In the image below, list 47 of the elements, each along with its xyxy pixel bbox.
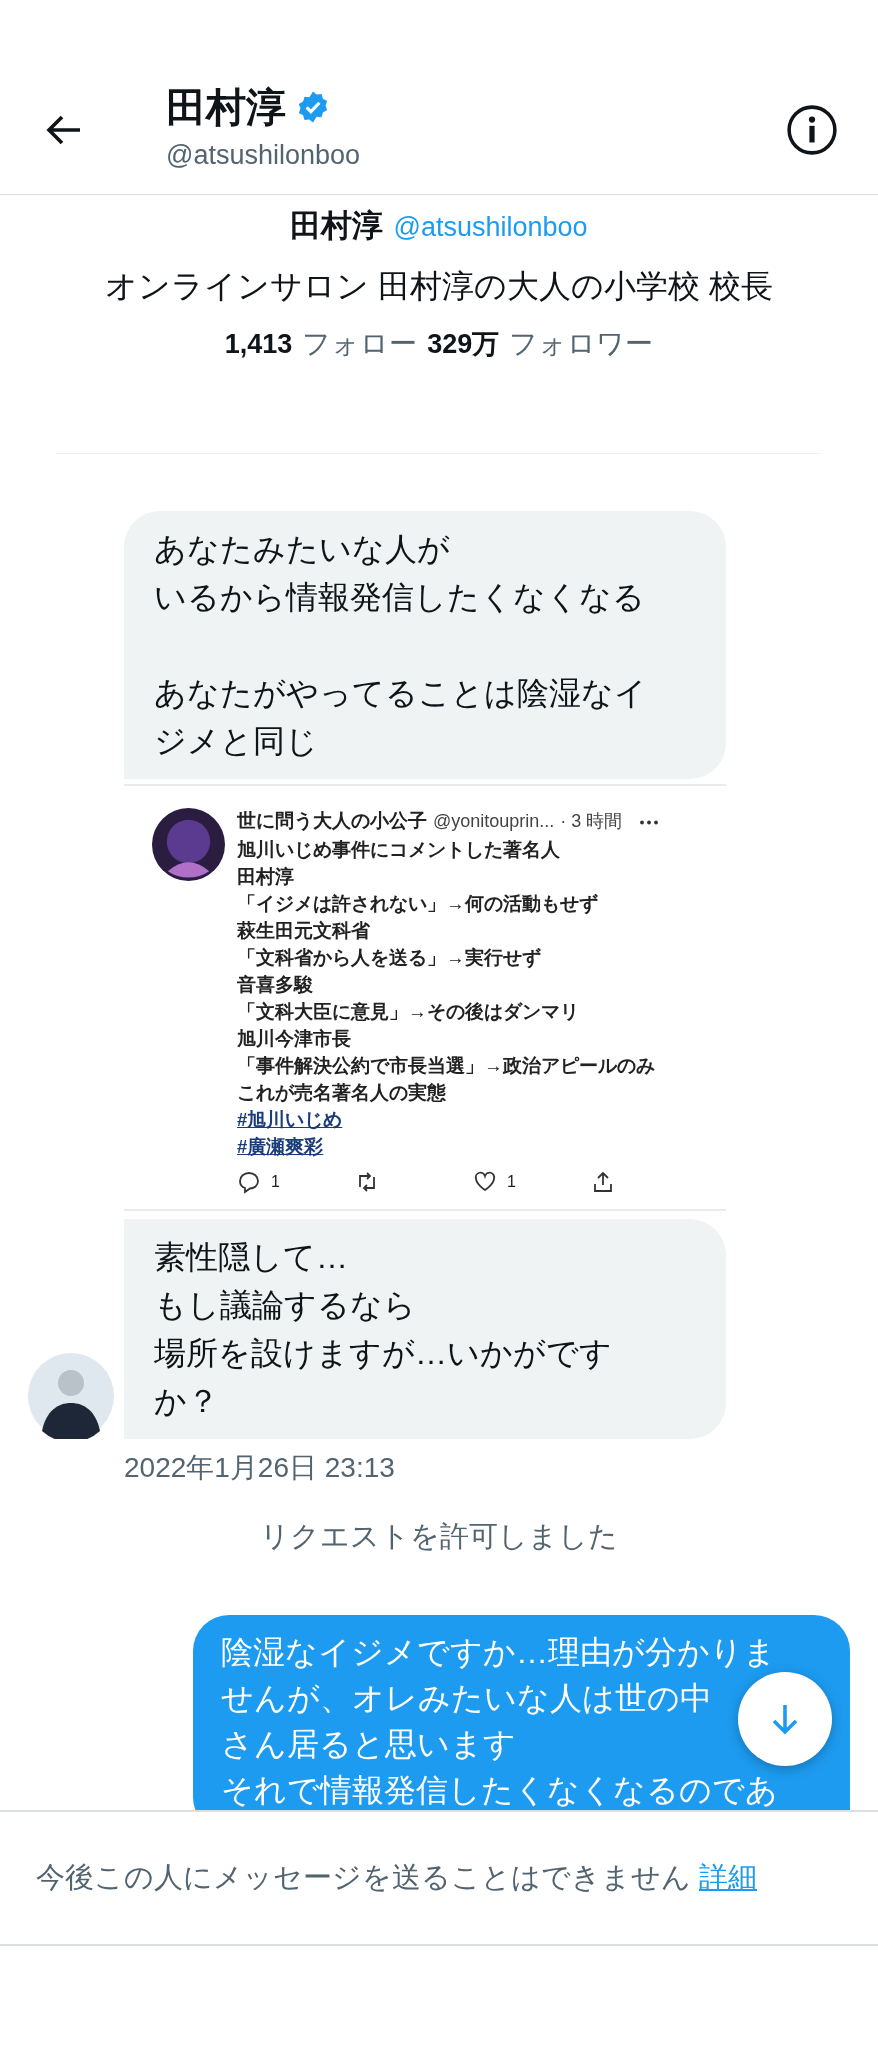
tweet-author-name: 世に問う大人の小公子 [237,809,427,833]
followers-label: フォロワー [509,327,654,361]
tweet-text-line: 「文科大臣に意見」→その後はダンマリ [237,1000,580,1024]
message-text-line: あなたがやってることは陰湿なイ [154,674,647,713]
message-text-line: 陰湿なイジメですか…理由が分かりま [221,1633,776,1672]
message-text-line: せんが、オレみたいな人は世の中 [221,1679,712,1718]
blocked-message-notice: 今後この人にメッセージを送ることはできません [36,1860,691,1895]
tweet-author-handle: @yonitouprin... [433,811,555,832]
shared-tweet-card[interactable]: 世に問う大人の小公子 @yonitouprin... · 3 時間 旭川いじめ事件にコメントした著名人 田村淳 「イジメは許されない」→何の活動もせず 萩生田元文科省 「文科省から人を送る」→実行せず 音喜多駿 「文科大臣に意見」→その後はダンマリ 旭川今津市長 「事件解決公約で市長当選」→政治アピールのみ これが売名著名人の実態 #旭川いじめ #廣瀬爽彩 1 1 [124,784,726,1211]
message-text-line: か？ [154,1382,219,1421]
following-count: 1,413 [224,329,293,360]
tweet-text-line: これが売名著名人の実態 [237,1081,447,1105]
tweet-text-line: 旭川いじめ事件にコメントした著名人 [237,838,561,862]
hashtag-link[interactable]: #廣瀬爽彩 [237,1136,324,1157]
share-icon[interactable] [591,1170,615,1194]
message-text-line: ジメと同じ [154,722,318,761]
reply-count: 1 [271,1173,280,1191]
message-text-line: さん居ると思います [221,1725,516,1764]
heart-icon[interactable] [473,1170,497,1194]
request-accepted-notice: リクエストを許可しました [259,1519,619,1554]
tweet-text-line: 田村淳 [237,865,295,889]
tweet-text-line: 萩生田元文科省 [237,919,371,943]
tweet-text-line: 「事件解決公約で市長当選」→政治アピールのみ [237,1054,656,1078]
tweet-text-line: 「イジメは許されない」→何の活動もせず [237,892,599,916]
message-timestamp: 2022年1月26日 23:13 [124,1451,396,1485]
profile-bio: オンラインサロン 田村淳の大人の小学校 校長 [105,267,773,306]
followers-count: 329万 [427,328,500,361]
tweet-text-line: 音喜多駿 [237,973,314,997]
following-label: フォロー [302,327,418,361]
like-count: 1 [507,1173,516,1191]
message-text-line: もし議論するなら [154,1286,416,1325]
more-icon[interactable] [638,818,661,826]
reply-icon[interactable] [237,1170,261,1194]
message-text-line: 素性隠して… [154,1238,348,1277]
tweet-time: · 3 時間 [560,810,623,833]
info-icon[interactable] [786,104,838,156]
conversation-handle: @atsushilonboo [166,140,361,171]
tweet-text-line: 旭川今津市長 [237,1027,352,1051]
conversation-name: 田村淳 [166,83,286,131]
hashtag-link[interactable]: #旭川いじめ [237,1109,343,1130]
message-text-line: あなたみたいな人が [154,530,450,569]
message-text-line: 場所を設けますが…いかがです [154,1334,612,1373]
profile-name: 田村淳 [290,207,384,245]
message-text-line: いるから情報発信したくなくなる [154,578,645,617]
message-text-line: それで情報発信したくなくなるのであ [221,1771,778,1810]
tweet-text-line: 「文科省から人を送る」→実行せず [237,946,542,970]
avatar[interactable] [28,1353,114,1439]
